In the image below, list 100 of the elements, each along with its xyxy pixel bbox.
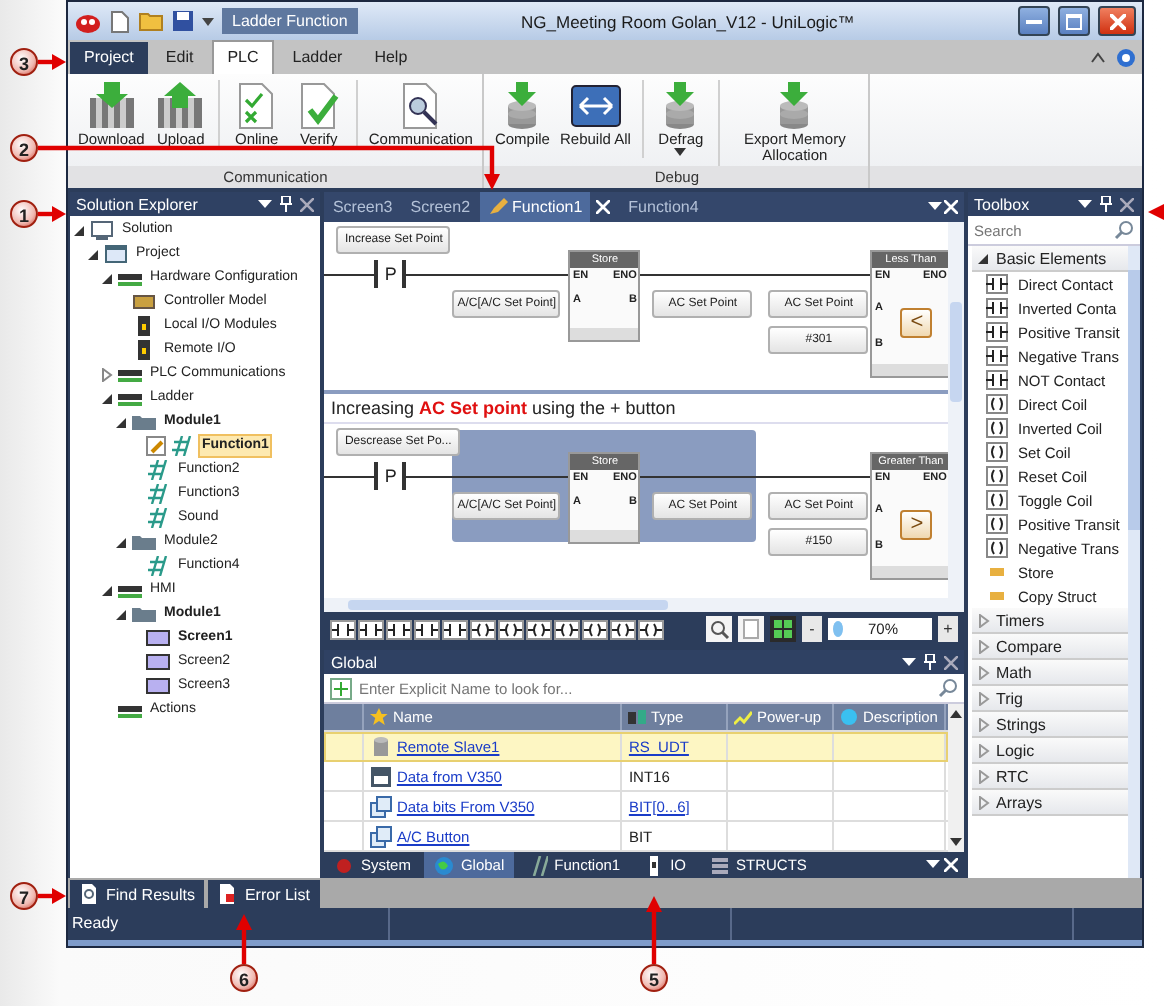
- expander-icon[interactable]: [114, 535, 128, 549]
- ladder-symbol-icon[interactable]: [414, 619, 441, 639]
- menu-tab[interactable]: PLC: [211, 40, 275, 74]
- add-icon[interactable]: [330, 677, 353, 699]
- menu-tab[interactable]: Ladder: [278, 42, 357, 74]
- save-icon[interactable]: [172, 10, 194, 32]
- dropdown-icon[interactable]: [928, 202, 942, 212]
- menu-tab[interactable]: Help: [360, 42, 422, 74]
- expander-icon[interactable]: [100, 271, 114, 285]
- collapse-ribbon-icon[interactable]: [1090, 49, 1106, 65]
- toolbox-section[interactable]: Arrays: [972, 790, 1128, 816]
- dock-tab[interactable]: Find Results: [70, 880, 205, 908]
- expander-icon[interactable]: [72, 223, 86, 237]
- close-button[interactable]: [1098, 6, 1136, 36]
- ladder-symbol-icon[interactable]: [498, 619, 525, 639]
- new-file-icon[interactable]: [110, 9, 130, 33]
- dropdown-icon[interactable]: [926, 860, 940, 870]
- cylinder-icon: [370, 735, 393, 757]
- expander-icon[interactable]: [86, 247, 100, 261]
- expander-icon[interactable]: [100, 391, 114, 405]
- toolbox-section[interactable]: Strings: [972, 712, 1128, 738]
- menu-tab[interactable]: Edit: [151, 42, 208, 74]
- scroll-up-icon[interactable]: [950, 710, 962, 718]
- zoom-out-button[interactable]: -: [802, 616, 822, 642]
- coil-icon: [986, 394, 1008, 414]
- squares-icon: [370, 825, 393, 847]
- controller-icon: [132, 292, 156, 312]
- callout-badge: 2: [10, 134, 38, 162]
- document-tab[interactable]: Function4: [620, 192, 707, 222]
- contact-symbol[interactable]: P: [374, 462, 407, 490]
- help-icon[interactable]: [1116, 47, 1136, 67]
- panel-title: Global: [330, 653, 380, 671]
- ladder-symbol-icon[interactable]: [554, 619, 581, 639]
- expander-icon[interactable]: [100, 583, 114, 597]
- ladder-symbol-icon[interactable]: [526, 619, 553, 639]
- upload-icon: [154, 82, 207, 130]
- toolbox-section[interactable]: Math: [972, 660, 1128, 686]
- ladder-symbol-icon[interactable]: [582, 619, 609, 639]
- toolbox-section[interactable]: Timers: [972, 608, 1128, 634]
- slider-thumb-icon[interactable]: [832, 620, 844, 638]
- bar-icon: [986, 586, 1008, 606]
- ladder-symbol-icon[interactable]: [610, 619, 637, 639]
- maximize-icon: [1066, 13, 1082, 29]
- close-icon[interactable]: [300, 197, 315, 211]
- toolbox-section[interactable]: RTC: [972, 764, 1128, 790]
- contact-symbol[interactable]: P: [374, 260, 407, 288]
- ladder-symbol-icon[interactable]: [442, 619, 469, 639]
- open-folder-icon[interactable]: [138, 10, 164, 32]
- squares-icon: [370, 795, 393, 817]
- horizontal-scrollbar[interactable]: [324, 598, 964, 612]
- chart-icon: [734, 708, 753, 726]
- ladder-symbol-icon[interactable]: [638, 619, 665, 639]
- vertical-scrollbar[interactable]: [1128, 246, 1140, 878]
- coil-icon: [986, 490, 1008, 510]
- panel-title: Toolbox: [974, 195, 1032, 213]
- ladder-symbol-icon[interactable]: [358, 619, 385, 639]
- pencil-icon: [488, 198, 509, 216]
- contact-icon: [986, 274, 1008, 294]
- pin-icon[interactable]: [924, 654, 936, 670]
- logo-icon[interactable]: [74, 9, 102, 33]
- search-icon[interactable]: [1114, 220, 1134, 240]
- close-icon[interactable]: [1120, 197, 1134, 211]
- document-tab[interactable]: Screen2: [402, 192, 479, 222]
- menu-tab[interactable]: Project: [70, 42, 148, 74]
- tab-close-icon[interactable]: [596, 200, 611, 214]
- window-icon: [104, 244, 128, 264]
- ladder-symbol-icon[interactable]: [470, 619, 497, 639]
- dropdown-icon[interactable]: [258, 199, 273, 209]
- expander-icon[interactable]: [114, 415, 128, 429]
- document-tab[interactable]: Function1: [480, 192, 591, 222]
- document-tab[interactable]: Screen3: [324, 192, 401, 222]
- toolbox-section[interactable]: Compare: [972, 634, 1128, 660]
- caret-icon[interactable]: [202, 15, 214, 27]
- search-icon[interactable]: [938, 678, 958, 698]
- pin-icon[interactable]: [1100, 196, 1112, 212]
- toolbox-section[interactable]: Trig: [972, 686, 1128, 712]
- toolbox-section[interactable]: Logic: [972, 738, 1128, 764]
- toolbox-section[interactable]: Basic Elements: [972, 246, 1128, 272]
- close-icon[interactable]: [944, 655, 958, 669]
- search-icon[interactable]: [706, 616, 732, 642]
- vertical-scrollbar[interactable]: [948, 222, 964, 598]
- ladder-symbol-icon[interactable]: [330, 619, 357, 639]
- dropdown-icon[interactable]: [902, 657, 916, 667]
- vertical-scrollbar[interactable]: [948, 704, 964, 852]
- pin-icon[interactable]: [280, 196, 293, 212]
- grid-icon[interactable]: [770, 616, 796, 642]
- ladder-symbol-icon[interactable]: [386, 619, 413, 639]
- dropdown-icon[interactable]: [1078, 199, 1092, 209]
- display-icon: [370, 765, 393, 787]
- screen-icon: [146, 652, 170, 672]
- scroll-down-icon[interactable]: [950, 838, 962, 846]
- zoom-in-button[interactable]: +: [938, 616, 958, 642]
- callout-arrow: [38, 206, 66, 222]
- minimize-button[interactable]: [1018, 6, 1050, 36]
- ladder-icon: [170, 436, 194, 456]
- context-tab[interactable]: Ladder Function: [222, 8, 358, 34]
- expander-icon[interactable]: [114, 607, 128, 621]
- maximize-button[interactable]: [1058, 6, 1090, 36]
- minimize-icon: [1026, 19, 1042, 23]
- dock-tab[interactable]: Error List: [208, 880, 320, 908]
